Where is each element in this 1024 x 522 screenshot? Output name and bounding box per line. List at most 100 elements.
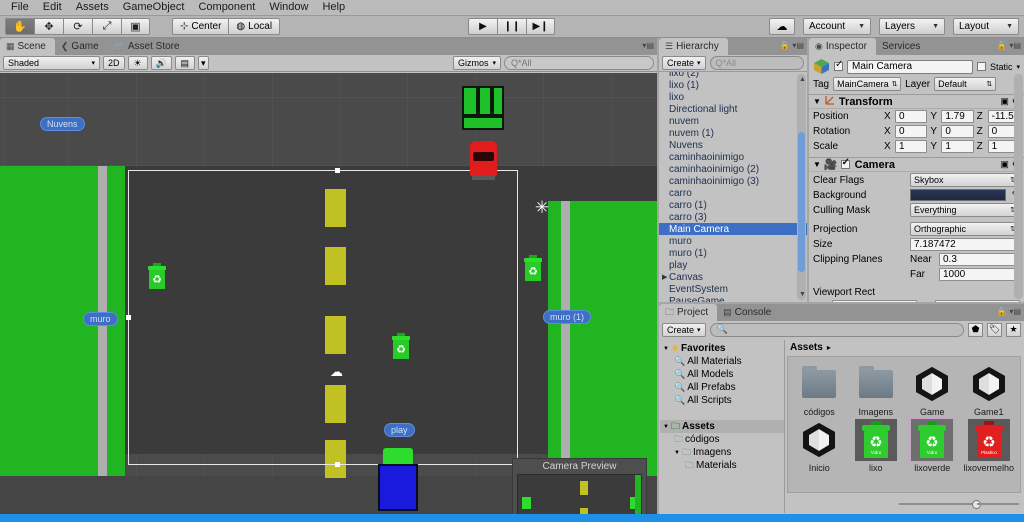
- assets-grid[interactable]: códigos Imagens Game Game1 Inicio ♻ Vidro lixo ♻…: [787, 356, 1021, 493]
- toggle-2d-button[interactable]: 2D: [103, 56, 125, 70]
- tab-services[interactable]: Services: [876, 38, 929, 55]
- foldout-arrow-icon[interactable]: ▼: [813, 160, 821, 169]
- near-field[interactable]: 0.3: [939, 253, 1020, 266]
- favorite-star-icon[interactable]: ★: [1006, 322, 1021, 337]
- bin-lixo-2[interactable]: ♻: [390, 333, 412, 362]
- viewport-y-field[interactable]: 0: [935, 300, 1020, 302]
- hierarchy-item[interactable]: Main Camera: [659, 223, 807, 235]
- asset-item[interactable]: ♻ Vidro lixoverde: [905, 418, 960, 473]
- project-create-button[interactable]: Create ▾: [662, 322, 706, 337]
- hierarchy-item[interactable]: caminhaoinimigo: [659, 151, 807, 163]
- tag-dropdown[interactable]: MainCamera ⇅: [833, 77, 902, 91]
- project-tree-node[interactable]: 🔍 All Materials: [660, 355, 784, 368]
- asset-item[interactable]: Game1: [962, 363, 1017, 417]
- menu-item-assets[interactable]: Assets: [69, 0, 116, 15]
- camera-enabled-checkbox[interactable]: [840, 157, 850, 169]
- filter-type-icon[interactable]: ⬟: [968, 322, 983, 337]
- culling-mask-dropdown[interactable]: Everything ⇅: [910, 203, 1020, 217]
- hierarchy-scroll-thumb[interactable]: [798, 132, 805, 272]
- hierarchy-item[interactable]: caminhaoinimigo (2): [659, 163, 807, 175]
- rotate-tool-button[interactable]: ⟳: [63, 18, 92, 35]
- scene-effects-icon[interactable]: ▤: [174, 56, 195, 70]
- hierarchy-item[interactable]: PauseGame: [659, 295, 807, 303]
- tab-inspector[interactable]: ◉ Inspector: [809, 38, 876, 55]
- account-dropdown[interactable]: Account ▼: [803, 18, 871, 35]
- menu-item-component[interactable]: Component: [191, 0, 262, 15]
- foldout-arrow-icon[interactable]: ▶: [662, 273, 667, 281]
- hierarchy-search-input[interactable]: Q*All: [709, 56, 804, 70]
- scale-tool-button[interactable]: ⤢: [92, 18, 121, 35]
- viewport-x-field[interactable]: 0: [832, 300, 917, 302]
- project-panel-menu[interactable]: 🔒 ▾▤: [996, 307, 1021, 316]
- asset-item[interactable]: Inicio: [792, 419, 847, 473]
- asset-zoom-slider[interactable]: [899, 497, 1019, 511]
- tab-console[interactable]: ▤ Console: [717, 304, 780, 321]
- bin-lixo-3[interactable]: ♻: [522, 255, 544, 284]
- hierarchy-item[interactable]: Nuvens: [659, 139, 807, 151]
- transform-component-header[interactable]: ▼ Transform ▣ ⚙: [809, 94, 1024, 109]
- menu-item-gameobject[interactable]: GameObject: [116, 0, 192, 15]
- position-y-field[interactable]: 1.79: [941, 110, 974, 123]
- layout-dropdown[interactable]: Layout ▼: [953, 18, 1019, 35]
- scene-label-muro-1[interactable]: muro (1): [543, 310, 592, 324]
- object-name-field[interactable]: Main Camera: [847, 59, 973, 74]
- scene-panel-menu[interactable]: ▾▤: [642, 41, 654, 50]
- hierarchy-scrollbar[interactable]: ▲ ▼: [797, 74, 806, 300]
- asset-item[interactable]: códigos: [792, 363, 847, 417]
- play-button[interactable]: ▶: [468, 18, 497, 35]
- layer-dropdown[interactable]: Default ⇅: [934, 77, 997, 91]
- breadcrumb[interactable]: Assets ▸: [785, 340, 1023, 355]
- project-search-input[interactable]: 🔍: [709, 322, 964, 337]
- cloud-gizmo[interactable]: ☁: [330, 365, 346, 378]
- hierarchy-item[interactable]: carro (1): [659, 199, 807, 211]
- tab-asset-store[interactable]: 🛒 Asset Store: [108, 38, 189, 55]
- menu-item-window[interactable]: Window: [262, 0, 315, 15]
- move-tool-button[interactable]: ✥: [34, 18, 63, 35]
- asset-item[interactable]: ♻ Plastico lixovermelho: [962, 419, 1017, 473]
- layers-dropdown[interactable]: Layers ▼: [879, 18, 945, 35]
- rect-tool-button[interactable]: ▣: [121, 18, 150, 35]
- gizmo-handle-top[interactable]: [335, 168, 340, 173]
- rotation-x-field[interactable]: 0: [895, 125, 928, 138]
- rotation-y-field[interactable]: 0: [941, 125, 974, 138]
- hierarchy-item[interactable]: lixo (1): [659, 79, 807, 91]
- pivot-mode-button[interactable]: ⊹ Center: [172, 18, 229, 35]
- static-checkbox[interactable]: [976, 62, 986, 71]
- hierarchy-item[interactable]: nuvem: [659, 115, 807, 127]
- project-tree-node[interactable]: 🔍 All Models: [660, 368, 784, 381]
- project-tree-node[interactable]: 🗀 Materials: [660, 459, 784, 472]
- scene-label-muro[interactable]: muro: [83, 312, 118, 326]
- clear-flags-dropdown[interactable]: Skybox ⇅: [910, 173, 1020, 187]
- hierarchy-item[interactable]: caminhaoinimigo (3): [659, 175, 807, 187]
- scroll-up-icon[interactable]: ▲: [799, 76, 806, 83]
- camera-component-header[interactable]: ▼ 🎥 Camera ▣ ⚙: [809, 157, 1024, 172]
- hierarchy-item[interactable]: Directional light: [659, 103, 807, 115]
- hierarchy-list[interactable]: lixo (2) lixo (1) lixo Directional light nuv…: [659, 72, 807, 302]
- static-dropdown-icon[interactable]: ▾: [1016, 63, 1020, 71]
- inspector-panel-menu[interactable]: 🔒 ▾▤: [996, 41, 1021, 50]
- scroll-down-icon[interactable]: ▼: [799, 291, 806, 298]
- bin-lixo-1[interactable]: ♻: [146, 263, 168, 292]
- project-tree-node[interactable]: ▼ 🗀 Imagens: [660, 446, 784, 459]
- gizmo-handle-bottom[interactable]: [335, 462, 340, 467]
- position-x-field[interactable]: 0: [895, 110, 928, 123]
- menu-item-file[interactable]: File: [4, 0, 36, 15]
- scene-search-input[interactable]: Q*All: [504, 56, 654, 70]
- space-mode-button[interactable]: ◍ Local: [228, 18, 281, 35]
- car-red[interactable]: [468, 141, 499, 181]
- object-enabled-checkbox[interactable]: [834, 59, 843, 71]
- filter-label-icon[interactable]: 🏷: [987, 322, 1002, 337]
- shading-mode-dropdown[interactable]: Shaded ▾: [3, 56, 100, 70]
- scene-label-nuvens[interactable]: Nuvens: [40, 117, 85, 131]
- hierarchy-item[interactable]: play: [659, 259, 807, 271]
- hierarchy-item[interactable]: muro (1): [659, 247, 807, 259]
- cloud-services-button[interactable]: ☁: [769, 18, 795, 35]
- hand-tool-button[interactable]: ✋: [5, 18, 34, 35]
- inspector-scrollbar[interactable]: [1014, 74, 1023, 299]
- scene-label-play[interactable]: play: [384, 423, 415, 437]
- truck-green[interactable]: [462, 86, 504, 130]
- foldout-arrow-icon[interactable]: ▼: [813, 97, 821, 106]
- hierarchy-item[interactable]: carro (3): [659, 211, 807, 223]
- hierarchy-item[interactable]: nuvem (1): [659, 127, 807, 139]
- foldout-arrow-icon[interactable]: ▼: [674, 450, 680, 456]
